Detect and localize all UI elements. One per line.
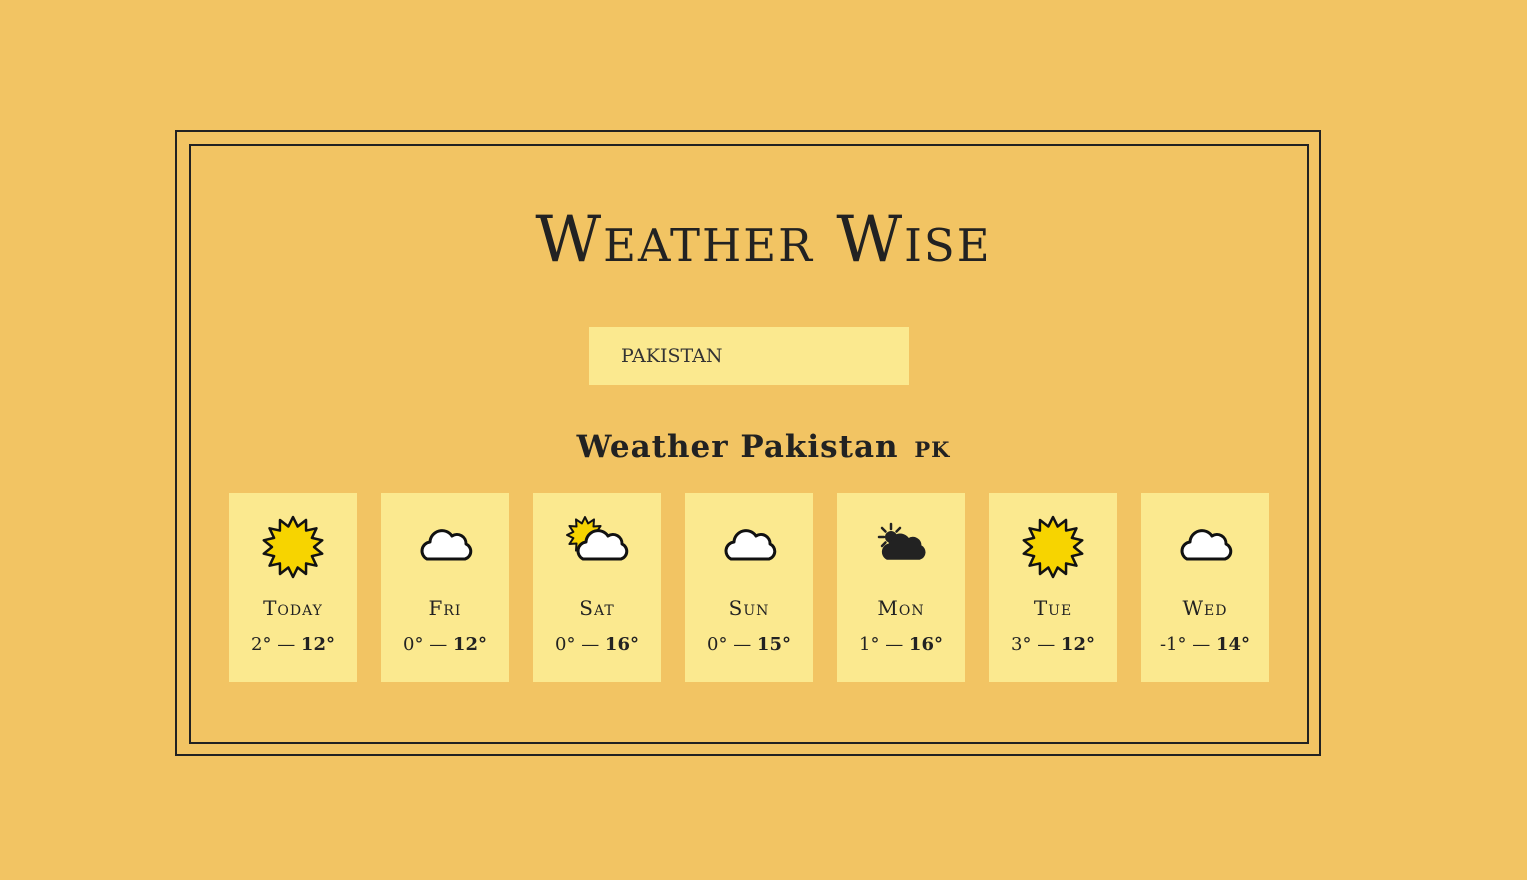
temp-separator: — <box>575 634 605 655</box>
forecast-card-4: Mon 1° — 16° <box>837 493 965 682</box>
day-temps: 2° — 12° <box>251 633 335 657</box>
day-temps: 3° — 12° <box>1011 633 1095 657</box>
temp-max: 14° <box>1215 634 1251 655</box>
day-name: Fri <box>428 596 462 620</box>
forecast-icon-0 <box>262 515 324 579</box>
temp-min: 2° <box>251 634 272 655</box>
day-temps: 0° — 12° <box>403 633 487 657</box>
temp-min: 0° <box>707 634 728 655</box>
day-temps: 1° — 16° <box>859 633 943 657</box>
temp-max: 16° <box>604 634 639 655</box>
temp-max: 16° <box>908 634 943 655</box>
day-temps: 0° — 15° <box>707 633 791 657</box>
location-heading: Weather Pakistan PK <box>0 424 1527 473</box>
forecast-icon-4 <box>877 522 926 560</box>
forecast-icon-6 <box>1180 529 1233 561</box>
temp-max: 12° <box>452 634 487 655</box>
forecast-icon-2 <box>566 516 629 561</box>
temp-max: 15° <box>756 634 791 655</box>
forecast-icon-1 <box>420 529 473 561</box>
temp-max: 12° <box>300 634 335 655</box>
forecast-row: Today 2° — 12° Fri 0° — 12° Sat 0° — 16°… <box>229 493 1269 682</box>
temp-min: 0° <box>555 634 576 655</box>
temp-separator: — <box>727 634 757 655</box>
day-temps: -1° — 14° <box>1160 633 1250 657</box>
temp-min: 1° <box>859 634 880 655</box>
temp-separator: — <box>879 634 909 655</box>
forecast-icon-5 <box>1022 515 1084 579</box>
temp-min: 0° <box>403 634 424 655</box>
day-name: Sat <box>579 596 615 620</box>
day-name: Mon <box>877 596 925 620</box>
forecast-card-3: Sun 0° — 15° <box>685 493 813 682</box>
day-name: Sun <box>728 596 770 620</box>
forecast-icon-3 <box>724 529 777 561</box>
forecast-card-0: Today 2° — 12° <box>229 493 357 682</box>
forecast-card-5: Tue 3° — 12° <box>989 493 1117 682</box>
day-name: Tue <box>1033 596 1073 620</box>
app-title: Weather Wise <box>535 203 992 277</box>
forecast-card-6: Wed -1° — 14° <box>1141 493 1269 682</box>
temp-separator: — <box>1186 634 1216 655</box>
location-name: Weather Pakistan <box>576 429 899 465</box>
temp-separator: — <box>423 634 453 655</box>
temp-separator: — <box>271 634 301 655</box>
forecast-card-2: Sat 0° — 16° <box>533 493 661 682</box>
temp-min: -1° <box>1159 634 1187 655</box>
search-input[interactable] <box>589 327 909 385</box>
day-name: Today <box>263 596 323 620</box>
temp-min: 3° <box>1011 634 1032 655</box>
temp-separator: — <box>1031 634 1061 655</box>
country-code: PK <box>914 437 951 462</box>
day-temps: 0° — 16° <box>555 633 639 657</box>
day-name: Wed <box>1182 596 1228 620</box>
forecast-card-1: Fri 0° — 12° <box>381 493 509 682</box>
temp-max: 12° <box>1060 634 1095 655</box>
